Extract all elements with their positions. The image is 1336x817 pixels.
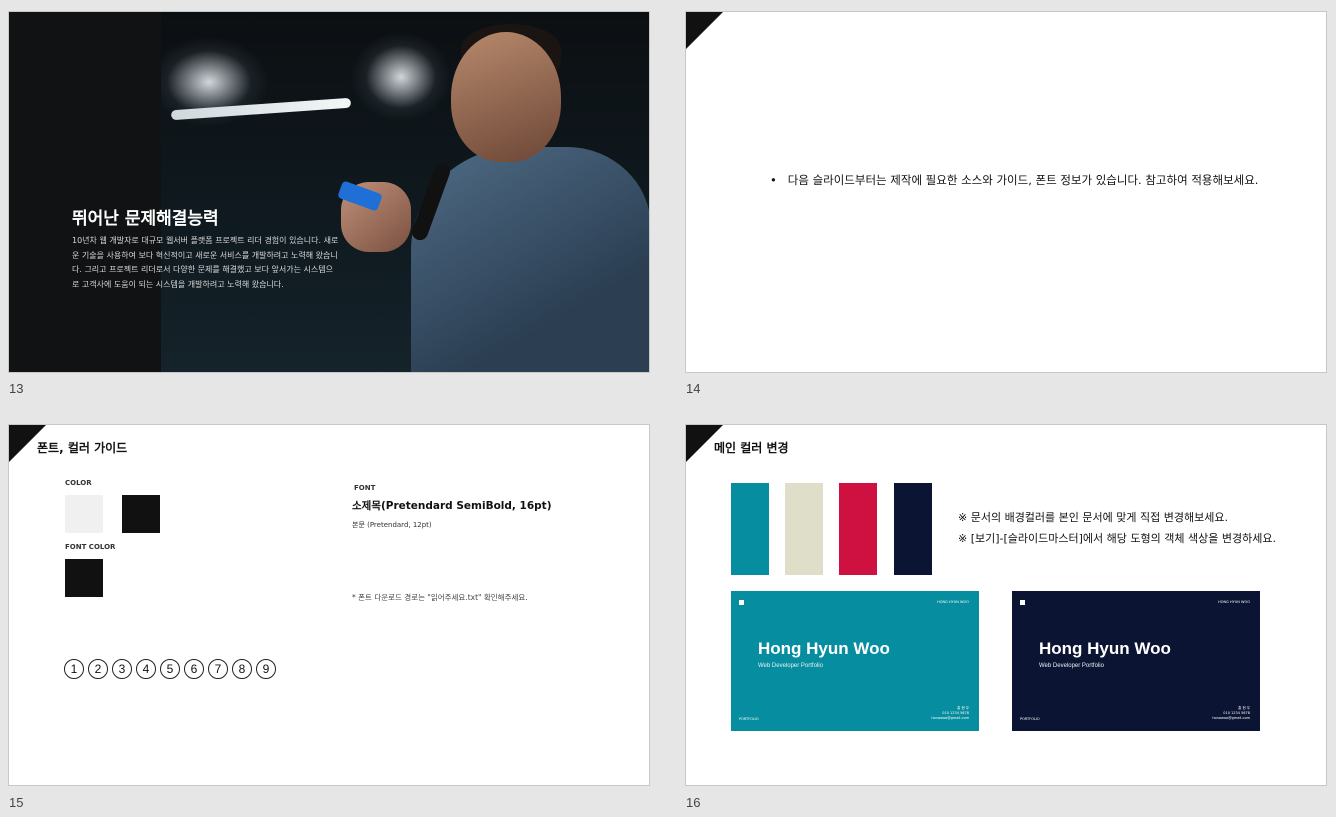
slide-13-number: 13 <box>9 381 24 396</box>
slide-13-body: 10년차 웹 개발자로 대규모 웹서버 플랫폼 프로젝트 리더 경험이 있습니다… <box>72 236 339 289</box>
card-footer-left: PORTFOLIO <box>739 717 759 721</box>
note-background-color: ※ 문서의 배경컬러를 본인 문서에 맞게 직접 변경해보세요. <box>958 511 1228 524</box>
card-square-icon <box>1020 600 1025 605</box>
font-color-label: FONT COLOR <box>65 543 116 551</box>
card-footer-right: 홍 현 우 010 1234 5678 honawoo@gmail.com <box>931 706 969 721</box>
number-circle: 4 <box>136 659 156 679</box>
number-circle: 2 <box>88 659 108 679</box>
card-navy: HONG HYUN WOO Hong Hyun Woo Web Develope… <box>1012 591 1260 731</box>
card-footer-email: honawoo@gmail.com <box>1212 716 1250 720</box>
slide-15-number: 15 <box>9 795 24 810</box>
card-top-label: HONG HYUN WOO <box>1218 600 1250 604</box>
note-slide-master: ※ [보기]-[슬라이드마스터]에서 해당 도형의 객체 색상을 변경하세요. <box>958 532 1276 545</box>
corner-triangle <box>686 12 723 49</box>
card-footer-left: PORTFOLIO <box>1020 717 1040 721</box>
slide-13[interactable]: 뛰어난 문제해결능력 10년차 웹 개발자로 대규모 웹서버 플랫폼 프로젝트 … <box>8 11 650 373</box>
number-circle: 6 <box>184 659 204 679</box>
number-circle: 9 <box>256 659 276 679</box>
font-body-sample: 본문 (Pretendard, 12pt) <box>352 521 432 529</box>
slide-15[interactable]: 폰트, 컬러 가이드 COLOR FONT COLOR FONT 소제목(Pre… <box>8 424 650 786</box>
card-footer-right: 홍 현 우 010 1234 5678 honawoo@gmail.com <box>1212 706 1250 721</box>
slide-16-title: 메인 컬러 변경 <box>714 441 789 455</box>
stage-light-bar <box>170 97 352 121</box>
slide-13-title: 뛰어난 문제해결능력 <box>72 209 219 229</box>
card-square-icon <box>739 600 744 605</box>
color-swatch-light <box>65 495 103 533</box>
slide-15-title: 폰트, 컬러 가이드 <box>37 441 128 455</box>
slide-16[interactable]: 메인 컬러 변경 ※ 문서의 배경컬러를 본인 문서에 맞게 직접 변경해보세요… <box>685 424 1327 786</box>
color-swatch-dark <box>122 495 160 533</box>
card-subtitle: Web Developer Portfolio <box>1039 663 1104 669</box>
palette-beige <box>785 483 823 575</box>
number-circle: 7 <box>208 659 228 679</box>
card-name: Hong Hyun Woo <box>758 639 890 658</box>
slide-14[interactable]: • 다음 슬라이드부터는 제작에 필요한 소스와 가이드, 폰트 정보가 있습니… <box>685 11 1327 373</box>
font-download-note: * 폰트 다운로드 경로는 "읽어주세요.txt" 확인해주세요. <box>352 593 528 602</box>
card-subtitle: Web Developer Portfolio <box>758 663 823 669</box>
card-name: Hong Hyun Woo <box>1039 639 1171 658</box>
palette-navy <box>894 483 932 575</box>
number-circles: 1 2 3 4 5 6 7 8 9 <box>64 659 276 679</box>
slide-16-number: 16 <box>686 795 701 810</box>
number-circle: 5 <box>160 659 180 679</box>
palette-crimson <box>839 483 877 575</box>
number-circle: 8 <box>232 659 252 679</box>
card-footer-email: honawoo@gmail.com <box>931 716 969 720</box>
slide-14-number: 14 <box>686 381 701 396</box>
card-teal: HONG HYUN WOO Hong Hyun Woo Web Develope… <box>731 591 979 731</box>
number-circle: 1 <box>64 659 84 679</box>
color-label: COLOR <box>65 479 92 487</box>
speaker-photo <box>161 12 649 372</box>
palette-teal <box>731 483 769 575</box>
font-color-swatch <box>65 559 103 597</box>
speaker-head <box>451 32 561 162</box>
font-label: FONT <box>354 484 376 492</box>
slide-14-bullet: • 다음 슬라이드부터는 제작에 필요한 소스와 가이드, 폰트 정보가 있습니… <box>770 173 1259 187</box>
slide-14-bullet-text: 다음 슬라이드부터는 제작에 필요한 소스와 가이드, 폰트 정보가 있습니다.… <box>787 173 1259 187</box>
font-title-sample: 소제목(Pretendard SemiBold, 16pt) <box>352 500 552 512</box>
card-top-label: HONG HYUN WOO <box>937 600 969 604</box>
number-circle: 3 <box>112 659 132 679</box>
